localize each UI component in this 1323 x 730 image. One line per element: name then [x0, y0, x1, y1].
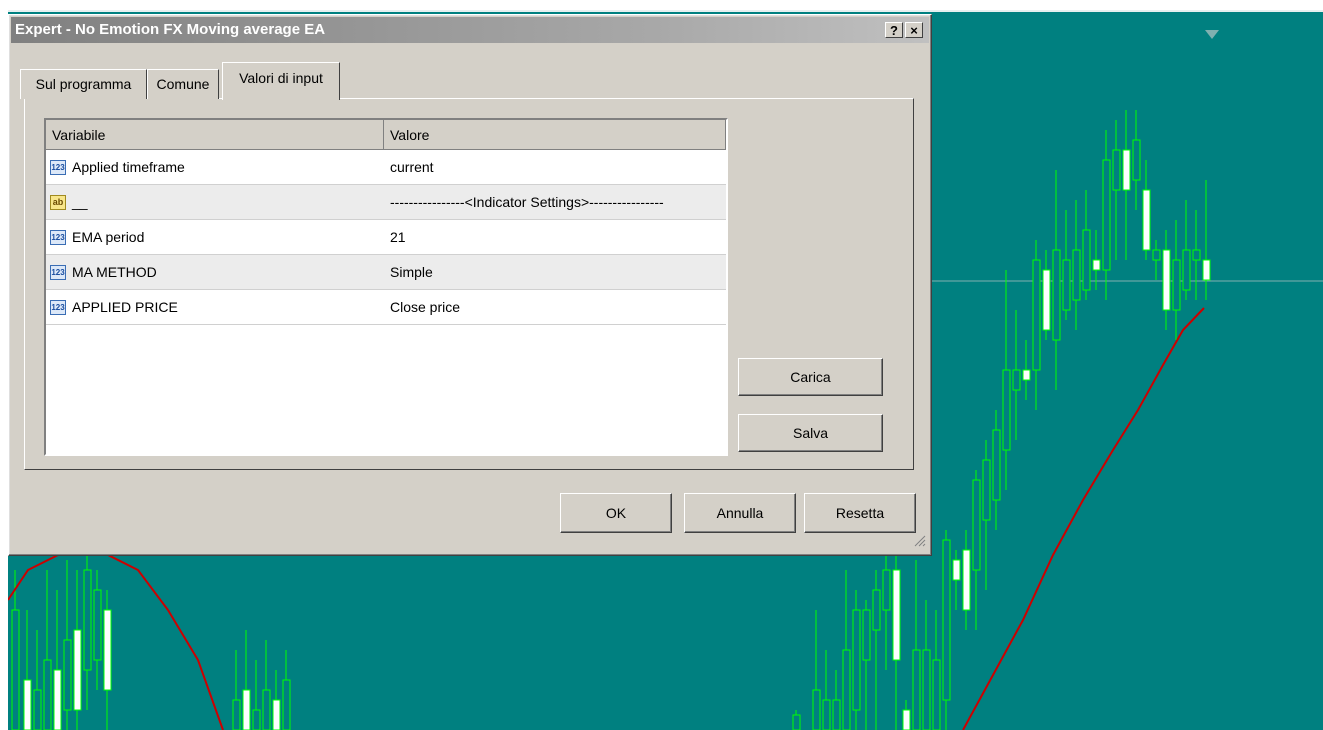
candlestick	[93, 570, 102, 690]
resize-grip-icon[interactable]	[912, 533, 926, 547]
candlestick	[962, 530, 971, 630]
candlestick	[33, 630, 42, 730]
variable-value[interactable]: current	[390, 150, 434, 185]
candlestick	[892, 550, 901, 730]
candlestick	[282, 650, 291, 730]
variable-name: MA METHOD	[72, 264, 157, 280]
candlestick	[1122, 110, 1131, 260]
table-row[interactable]: 123 MA METHOD Simple	[46, 255, 726, 290]
variable-value[interactable]: 21	[390, 220, 406, 255]
candlestick	[252, 660, 261, 730]
candlestick	[862, 600, 871, 730]
candlestick	[103, 590, 112, 730]
variable-value[interactable]: Simple	[390, 255, 433, 290]
cancel-button[interactable]: Annulla	[684, 493, 796, 533]
table-row[interactable]: 123 EMA period 21	[46, 220, 726, 255]
candlestick	[272, 670, 281, 730]
moving-average-line	[962, 307, 1205, 730]
candlestick	[1062, 210, 1071, 320]
variable-name: __	[72, 194, 88, 210]
tab-about[interactable]: Sul programma	[20, 69, 147, 99]
candlestick	[63, 560, 72, 730]
candlestick	[922, 600, 931, 730]
variable-value[interactable]: Close price	[390, 290, 460, 325]
candlestick	[932, 610, 941, 730]
candlestick	[1112, 120, 1121, 260]
load-button[interactable]: Carica	[738, 358, 883, 396]
candlestick	[852, 590, 861, 730]
candlestick	[43, 570, 52, 730]
numeric-type-icon: 123	[50, 230, 66, 245]
candlestick	[1072, 200, 1081, 330]
candlestick	[23, 610, 32, 730]
candlestick	[942, 530, 951, 730]
candlestick	[83, 550, 92, 710]
variable-name: APPLIED PRICE	[72, 299, 178, 315]
candlestick	[262, 640, 271, 730]
candlestick	[982, 440, 991, 590]
numeric-type-icon: 123	[50, 265, 66, 280]
candlestick	[1192, 210, 1201, 300]
candlestick	[952, 550, 961, 610]
help-button[interactable]: ?	[885, 22, 903, 38]
candlestick	[992, 410, 1001, 530]
table-row[interactable]: ab __ ----------------<Indicator Setting…	[46, 185, 726, 220]
numeric-type-icon: 123	[50, 300, 66, 315]
candlestick	[1162, 230, 1171, 330]
string-type-icon: ab	[50, 195, 66, 210]
table-row[interactable]: 123 APPLIED PRICE Close price	[46, 290, 726, 325]
candlestick	[242, 630, 251, 730]
variable-value[interactable]: ----------------<Indicator Settings>----…	[390, 185, 664, 220]
candlestick	[1012, 310, 1021, 440]
candlestick	[1142, 160, 1151, 260]
save-button[interactable]: Salva	[738, 414, 883, 452]
column-header-value[interactable]: Valore	[384, 120, 726, 150]
tab-input-values[interactable]: Valori di input	[222, 62, 340, 100]
candlestick	[1042, 250, 1051, 340]
candlestick	[792, 710, 801, 730]
candlestick	[822, 650, 831, 730]
candlestick	[1152, 240, 1161, 280]
candlestick	[1002, 270, 1011, 490]
chart-shift-marker	[1205, 30, 1219, 39]
dialog-title: Expert - No Emotion FX Moving average EA	[15, 21, 326, 38]
title-bar[interactable]: Expert - No Emotion FX Moving average EA…	[11, 17, 929, 43]
table-row[interactable]: 123 Applied timeframe current	[46, 150, 726, 185]
candlestick	[812, 610, 821, 730]
close-button[interactable]: ×	[905, 22, 923, 38]
candlestick	[73, 570, 82, 730]
candlestick	[53, 590, 62, 730]
variable-name: Applied timeframe	[72, 159, 185, 175]
candlestick	[1182, 200, 1191, 300]
column-header-variable[interactable]: Variabile	[46, 120, 384, 150]
candlestick	[1202, 180, 1211, 300]
candlestick	[1172, 220, 1181, 340]
candlestick	[902, 700, 911, 730]
candlestick	[872, 570, 881, 730]
candlestick	[1132, 110, 1141, 210]
candlestick	[1082, 190, 1091, 300]
numeric-type-icon: 123	[50, 160, 66, 175]
reset-button[interactable]: Resetta	[804, 493, 916, 533]
candlestick	[882, 550, 891, 670]
tab-common[interactable]: Comune	[147, 69, 219, 99]
input-parameters-grid: Variabile Valore 123 Applied timeframe c…	[44, 118, 728, 456]
candlestick	[1052, 170, 1061, 390]
ok-button[interactable]: OK	[560, 493, 672, 533]
candlestick	[1032, 240, 1041, 410]
chart-top-border	[8, 10, 1323, 12]
candlestick	[232, 650, 241, 730]
candlestick	[1022, 340, 1031, 400]
candlestick	[842, 570, 851, 730]
candlestick	[912, 560, 921, 730]
variable-name: EMA period	[72, 229, 145, 245]
candlestick	[972, 470, 981, 630]
candlestick	[1102, 130, 1111, 300]
candlestick	[832, 670, 841, 730]
